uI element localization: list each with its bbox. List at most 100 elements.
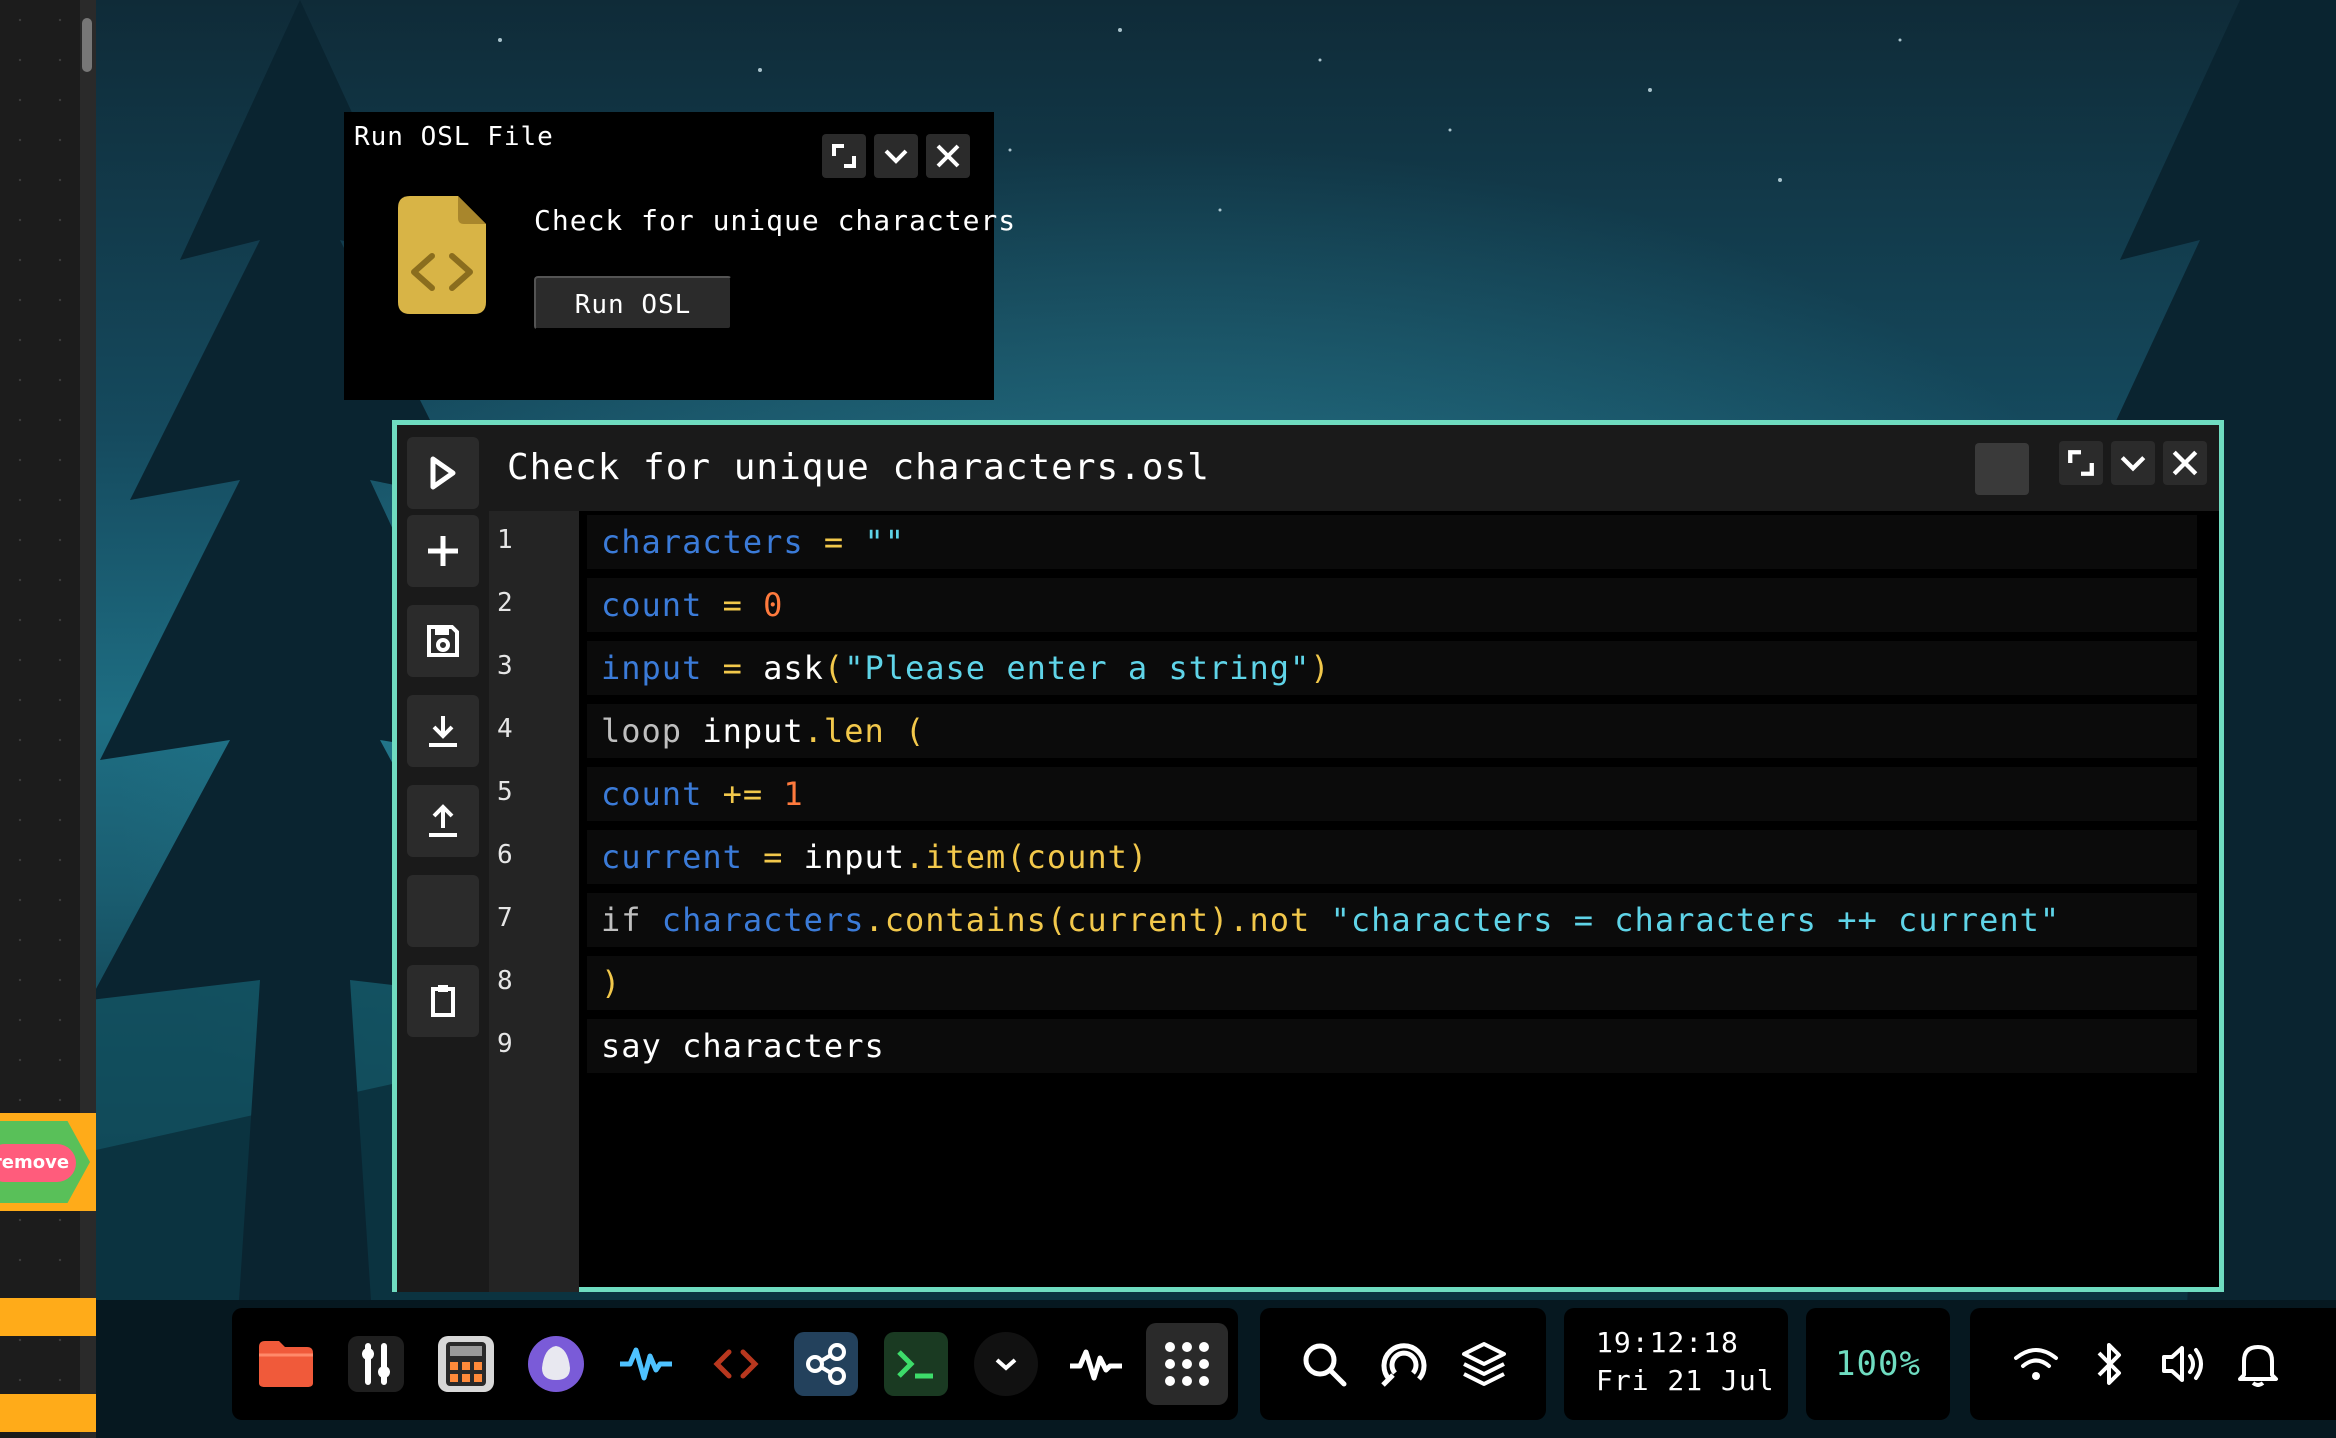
clipboard-icon bbox=[431, 985, 455, 1017]
editor-extra-button[interactable] bbox=[1975, 443, 2029, 495]
remove-block-label[interactable]: remove bbox=[0, 1144, 76, 1182]
code-token: "characters = characters ++ current" bbox=[1330, 901, 2061, 939]
battery-widget[interactable]: 100% bbox=[1806, 1308, 1950, 1420]
activity-app[interactable] bbox=[1064, 1332, 1128, 1396]
search-icon bbox=[1303, 1343, 1347, 1387]
code-token: ( bbox=[823, 649, 845, 687]
code-line[interactable]: ) bbox=[587, 956, 2197, 1010]
new-line-button[interactable] bbox=[407, 515, 479, 587]
code-line[interactable]: if characters.contains(current).not "cha… bbox=[587, 893, 2197, 947]
bluetooth-icon bbox=[2097, 1343, 2121, 1385]
chevron-down-icon bbox=[884, 149, 908, 164]
upload-button[interactable] bbox=[407, 785, 479, 857]
clock-time: 19:12:18 bbox=[1596, 1326, 1739, 1359]
code-line[interactable]: say characters bbox=[587, 1019, 2197, 1073]
line-number: 8 bbox=[497, 966, 513, 996]
code-line[interactable]: input = ask("Please enter a string") bbox=[587, 641, 2197, 695]
waveform-icon bbox=[620, 1347, 672, 1381]
code-token: input bbox=[702, 712, 804, 750]
code-editor[interactable]: characters = "" count = 0 input = ask("P… bbox=[579, 511, 2219, 1292]
close-icon bbox=[936, 144, 960, 168]
play-icon bbox=[430, 456, 456, 490]
files-app[interactable] bbox=[254, 1332, 318, 1396]
battery-percentage: 100% bbox=[1835, 1344, 1921, 1384]
code-token: input bbox=[601, 649, 703, 687]
search-button[interactable] bbox=[1292, 1332, 1356, 1396]
code-block[interactable] bbox=[0, 1394, 96, 1432]
upload-icon bbox=[429, 804, 457, 837]
terminal-icon bbox=[897, 1350, 933, 1379]
penguin-app[interactable] bbox=[524, 1332, 588, 1396]
editor-titlebar[interactable]: Check for unique characters.osl bbox=[397, 425, 2219, 511]
quick-tools bbox=[1260, 1308, 1546, 1420]
resize-icon bbox=[832, 144, 856, 168]
code-line[interactable]: current = input.item(count) bbox=[587, 830, 2197, 884]
bell-icon bbox=[2238, 1345, 2278, 1387]
panel-scrollbar[interactable] bbox=[82, 18, 92, 72]
minimize-button[interactable] bbox=[2111, 441, 2155, 485]
activity-icon bbox=[1070, 1349, 1122, 1381]
window-controls bbox=[822, 134, 970, 178]
code-token: current bbox=[601, 838, 743, 876]
layers-icon bbox=[1462, 1342, 1506, 1386]
line-number: 4 bbox=[497, 714, 513, 744]
code-icon bbox=[713, 1349, 759, 1379]
run-button[interactable] bbox=[407, 437, 479, 509]
run-osl-button[interactable]: Run OSL bbox=[534, 276, 732, 330]
calculator-icon bbox=[438, 1336, 494, 1392]
wifi-button[interactable] bbox=[2004, 1332, 2068, 1396]
code-token: 0 bbox=[763, 586, 784, 624]
code-blocks-panel[interactable] bbox=[0, 0, 96, 1438]
blank-tool-button[interactable] bbox=[407, 875, 479, 947]
folder-icon bbox=[259, 1341, 313, 1387]
close-button[interactable] bbox=[926, 134, 970, 178]
code-token: characters bbox=[601, 523, 804, 561]
code-editor-app[interactable] bbox=[704, 1332, 768, 1396]
calculator-app[interactable] bbox=[434, 1332, 498, 1396]
bluetooth-button[interactable] bbox=[2078, 1332, 2142, 1396]
run-osl-window: Run OSL File Check for unique characters… bbox=[344, 112, 1015, 400]
refresh-button[interactable] bbox=[1372, 1332, 1436, 1396]
code-block[interactable] bbox=[0, 1298, 96, 1336]
code-line[interactable]: characters = "" bbox=[587, 515, 2197, 569]
app-launcher-button[interactable] bbox=[1146, 1323, 1228, 1405]
status-tray bbox=[1970, 1308, 2336, 1420]
minimize-button[interactable] bbox=[874, 134, 918, 178]
code-token: say characters bbox=[601, 1027, 885, 1065]
download-icon bbox=[429, 716, 457, 747]
close-button[interactable] bbox=[2163, 441, 2207, 485]
resize-button[interactable] bbox=[822, 134, 866, 178]
code-token: input bbox=[803, 838, 905, 876]
line-number: 6 bbox=[497, 840, 513, 870]
share-app[interactable] bbox=[794, 1332, 858, 1396]
tweaks-icon bbox=[348, 1336, 404, 1392]
osl-editor-window: Check for unique characters.osl 1 2 3 4 … bbox=[392, 420, 2224, 1292]
penguin-icon bbox=[528, 1336, 584, 1392]
code-line[interactable]: count = 0 bbox=[587, 578, 2197, 632]
code-line[interactable]: count += 1 bbox=[587, 767, 2197, 821]
code-token: = bbox=[742, 838, 804, 876]
download-button[interactable] bbox=[407, 695, 479, 767]
layers-button[interactable] bbox=[1452, 1332, 1516, 1396]
clock-widget[interactable]: 19:12:18 Fri 21 Jul bbox=[1564, 1308, 1788, 1420]
terminal-app[interactable] bbox=[884, 1332, 948, 1396]
code-line[interactable]: loop input.len ( bbox=[587, 704, 2197, 758]
apps-grid-icon bbox=[1165, 1342, 1209, 1386]
settings-app[interactable] bbox=[344, 1332, 408, 1396]
save-button[interactable] bbox=[407, 605, 479, 677]
panel-grid bbox=[0, 0, 80, 1438]
waveform-app[interactable] bbox=[614, 1332, 678, 1396]
resize-button[interactable] bbox=[2059, 441, 2103, 485]
plus-icon bbox=[428, 536, 458, 566]
chevron-icon bbox=[995, 1358, 1017, 1371]
code-token: loop bbox=[601, 712, 703, 750]
notifications-button[interactable] bbox=[2226, 1332, 2290, 1396]
code-token: = bbox=[702, 586, 764, 624]
code-token: count bbox=[601, 775, 703, 813]
clipboard-button[interactable] bbox=[407, 965, 479, 1037]
volume-button[interactable] bbox=[2152, 1332, 2216, 1396]
chevron-app[interactable] bbox=[974, 1332, 1038, 1396]
code-token: ( bbox=[884, 712, 926, 750]
share-icon bbox=[806, 1343, 846, 1385]
code-token: if bbox=[601, 901, 662, 939]
